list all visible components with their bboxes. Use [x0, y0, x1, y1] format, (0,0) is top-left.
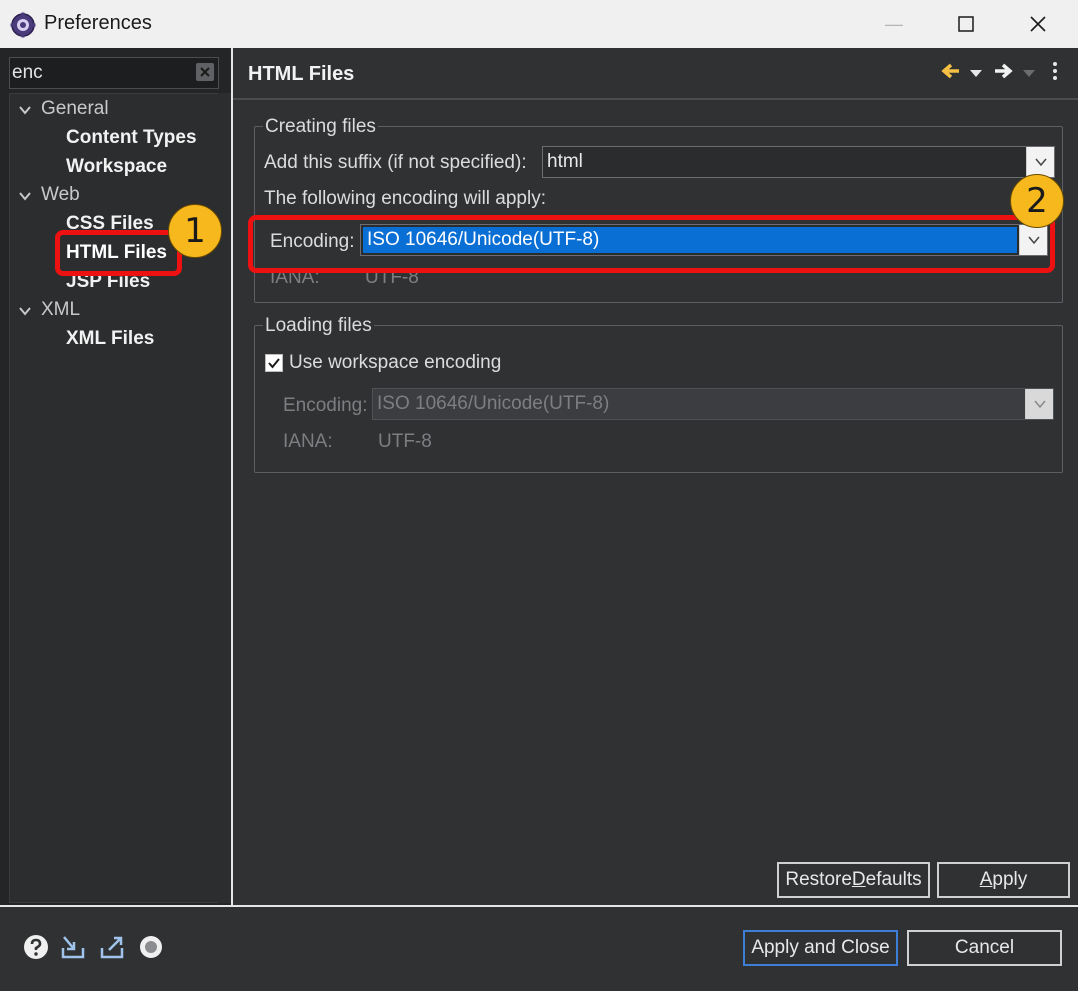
title-bar: Preferences — — [0, 0, 1078, 48]
minimize-icon: — — [885, 13, 903, 34]
tree-scrollbar[interactable] — [218, 93, 231, 903]
record-icon[interactable] — [138, 934, 164, 960]
chevron-down-icon[interactable] — [18, 103, 32, 117]
clear-filter-icon[interactable] — [196, 63, 214, 81]
tree-item-general[interactable]: General — [41, 98, 109, 120]
more-menu-icon[interactable] — [1050, 60, 1060, 82]
creating-files-legend: Creating files — [263, 116, 378, 138]
suffix-value: html — [547, 151, 583, 172]
export-icon[interactable] — [99, 934, 125, 960]
help-icon[interactable] — [23, 934, 49, 960]
loading-files-legend: Loading files — [263, 315, 374, 337]
restore-defaults-button[interactable]: Restore Defaults — [777, 862, 930, 898]
loading-encoding-value: ISO 10646/Unicode(UTF-8) — [377, 393, 610, 414]
suffix-combo[interactable]: html — [542, 146, 1055, 178]
filter-input[interactable] — [12, 61, 192, 85]
use-workspace-checkbox[interactable] — [265, 354, 283, 372]
cancel-button[interactable]: Cancel — [907, 930, 1062, 966]
tree-item-workspace[interactable]: Workspace — [66, 156, 167, 178]
loading-encoding-label: Encoding: — [283, 395, 368, 416]
tree-item-xml-files[interactable]: XML Files — [66, 328, 154, 350]
pane-sash[interactable] — [231, 48, 233, 906]
loading-encoding-combo: ISO 10646/Unicode(UTF-8) — [372, 388, 1054, 420]
annotation-badge-1: 1 — [168, 204, 222, 258]
use-workspace-label[interactable]: Use workspace encoding — [289, 352, 501, 374]
preferences-app-icon — [10, 12, 36, 38]
close-icon — [1030, 16, 1046, 32]
suffix-label: Add this suffix (if not specified): — [264, 152, 527, 173]
maximize-icon — [958, 16, 974, 32]
maximize-button[interactable] — [930, 0, 1002, 48]
tree-item-xml[interactable]: XML — [41, 299, 80, 321]
close-button[interactable] — [1002, 0, 1074, 48]
highlight-box-tree-item — [55, 230, 182, 276]
annotation-badge-2: 2 — [1010, 174, 1064, 228]
chevron-down-icon[interactable] — [18, 189, 32, 203]
apply-button[interactable]: Apply — [937, 862, 1070, 898]
chevron-down-icon — [1025, 389, 1053, 419]
chevron-down-icon[interactable] — [1026, 147, 1054, 177]
import-icon[interactable] — [60, 934, 86, 960]
chevron-down-icon[interactable] — [18, 304, 32, 318]
page-title: HTML Files — [248, 63, 355, 85]
encoding-note: The following encoding will apply: — [264, 188, 546, 209]
highlight-box-encoding — [248, 215, 1055, 273]
forward-arrow-icon[interactable] — [992, 60, 1014, 82]
tree-item-content-types[interactable]: Content Types — [66, 127, 197, 149]
loading-iana-label: IANA: — [283, 431, 333, 452]
forward-menu-chevron-icon[interactable] — [1021, 66, 1037, 80]
apply-and-close-button[interactable]: Apply and Close — [743, 930, 898, 966]
window-title: Preferences — [44, 12, 152, 34]
back-arrow-icon[interactable] — [940, 60, 962, 82]
loading-iana-value: UTF-8 — [378, 431, 432, 452]
back-menu-chevron-icon[interactable] — [968, 66, 984, 80]
minimize-button[interactable]: — — [858, 0, 930, 48]
tree-item-web[interactable]: Web — [41, 184, 80, 206]
checkmark-icon — [268, 358, 280, 369]
title-separator — [233, 98, 1078, 100]
